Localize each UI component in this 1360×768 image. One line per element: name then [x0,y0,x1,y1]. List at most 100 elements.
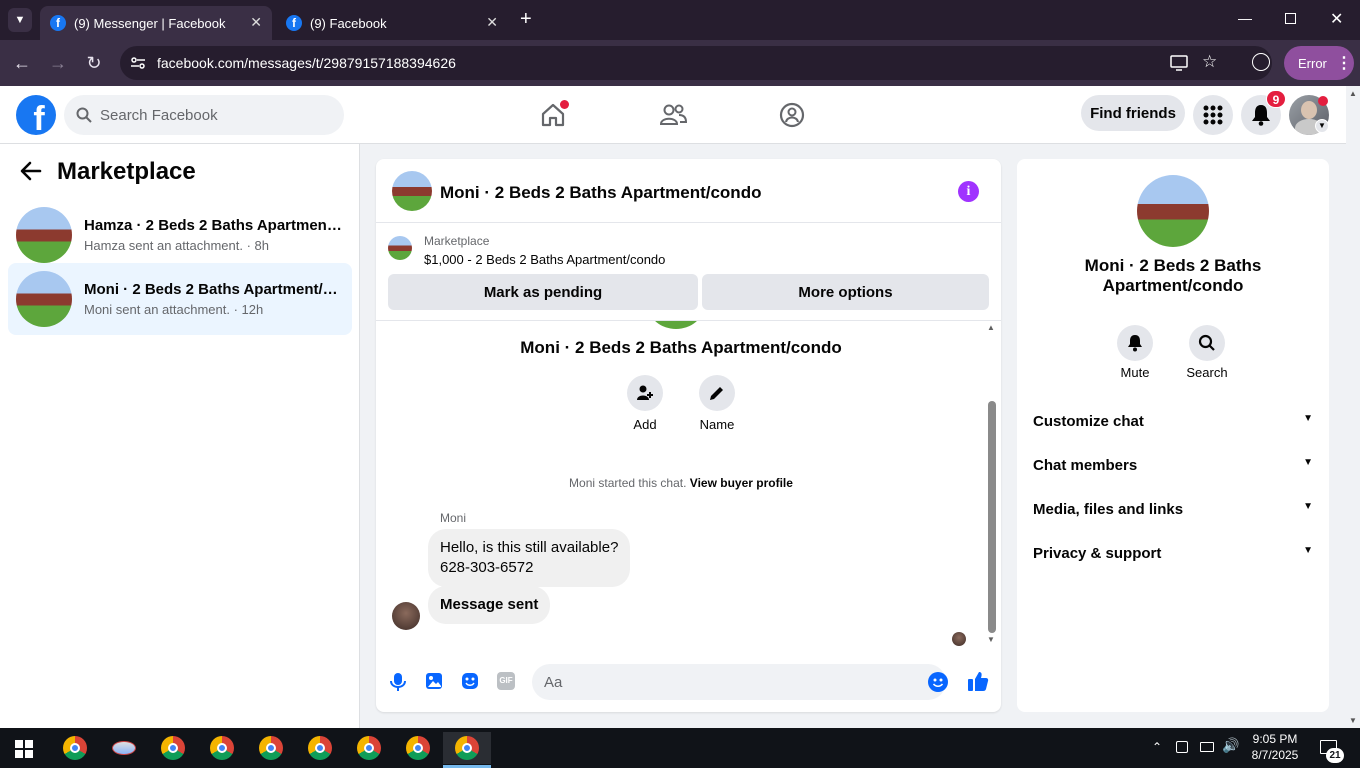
find-friends-button[interactable]: Find friends [1081,95,1185,131]
new-tab-button[interactable]: + [520,8,532,31]
reload-icon[interactable]: ↻ [84,53,104,73]
network-icon[interactable] [1200,742,1214,752]
message-list[interactable]: Moni · 2 Beds 2 Baths Apartment/condo Ad… [376,321,1001,652]
chrome-taskbar-icon[interactable] [55,732,95,764]
message-input[interactable]: Aa [532,664,948,700]
chat-members-section[interactable]: Chat members ▼ [1033,457,1313,474]
conversation-item[interactable]: Hamza · 2 Beds 2 Baths Apartment/condo H… [8,199,352,271]
started-text: Moni started this chat. [569,476,687,490]
photo-icon[interactable] [425,672,443,695]
meet-now-icon[interactable] [1176,741,1188,753]
menu-grid-button[interactable] [1193,95,1233,135]
chrome-taskbar-icon[interactable] [398,732,438,764]
bookmark-star-icon[interactable]: ☆ [1202,52,1217,72]
install-app-icon[interactable] [1170,55,1188,74]
sender-avatar[interactable] [392,602,420,630]
chat-avatar[interactable] [392,171,432,211]
clock[interactable]: 9:05 PM 8/7/2025 [1244,731,1306,763]
message-bubble[interactable]: Message sent [428,586,551,624]
site-settings-icon[interactable] [130,55,146,71]
edit-name-button[interactable] [699,375,735,411]
mute-button[interactable] [1117,325,1153,361]
pencil-icon [710,387,723,400]
search-input[interactable]: Search Facebook [64,95,344,135]
chevron-up-icon[interactable]: ⌃ [1152,740,1162,754]
section-label: Media, files and links [1033,501,1184,518]
conversation-item-selected[interactable]: Moni · 2 Beds 2 Baths Apartment/condo Mo… [8,263,352,335]
scroll-up-arrow[interactable]: ▲ [1349,89,1357,98]
close-tab-icon[interactable]: ✕ [250,14,262,31]
marketplace-label: Marketplace [424,234,490,248]
chrome-taskbar-icon-active[interactable] [443,732,491,764]
chat-title[interactable]: Moni · 2 Beds 2 Baths Apartment/condo [440,183,761,203]
scroll-up-arrow[interactable]: ▲ [987,323,995,332]
thumbs-up-icon[interactable] [967,670,989,697]
profile-error-button[interactable]: Error ⋮ [1284,46,1354,80]
tab-list-dropdown[interactable]: ▼ [8,8,32,32]
mark-as-pending-button[interactable]: Mark as pending [388,274,698,310]
sticker-icon[interactable] [461,672,479,695]
chrome-taskbar-icon[interactable] [251,732,291,764]
details-title: Moni · 2 Beds 2 Baths Apartment/condo [1084,256,1262,295]
scroll-down-arrow[interactable]: ▼ [987,635,995,644]
restore-button[interactable] [1285,13,1296,24]
close-tab-icon[interactable]: ✕ [486,14,498,31]
chat-details-panel: Moni · 2 Beds 2 Baths Apartment/condo Mu… [1017,159,1329,712]
chrome-taskbar-icon[interactable] [153,732,193,764]
emoji-icon[interactable] [928,672,948,692]
back-icon[interactable]: ← [12,53,32,73]
chevron-down-icon: ▼ [1303,501,1313,512]
facebook-header: f Search Facebook Find friends 9 ▼ [0,86,1346,144]
more-options-button[interactable]: More options [702,274,989,310]
view-buyer-profile-link[interactable]: View buyer profile [690,476,793,490]
add-person-button[interactable] [627,375,663,411]
close-window-button[interactable]: ✕ [1330,9,1343,29]
account-icon[interactable] [1252,53,1270,71]
page-scrollbar[interactable]: ▲ ▼ [1346,86,1360,728]
minimize-button[interactable]: — [1238,10,1252,26]
address-bar[interactable]: facebook.com/messages/t/2987915718839462… [120,46,1272,80]
tab-facebook[interactable]: f (9) Facebook ✕ [276,6,508,40]
chat-profile-image[interactable] [1137,175,1209,247]
search-label: Search [1186,365,1228,380]
message-placeholder: Aa [544,673,563,691]
notifications-button[interactable]: 9 [1241,90,1286,135]
profile-error-label: Error [1298,55,1327,71]
scroll-thumb[interactable] [988,401,996,633]
facebook-logo[interactable]: f [16,95,56,135]
forward-icon[interactable]: → [48,53,68,73]
windows-start-icon[interactable] [15,740,33,763]
chat-header: Moni · 2 Beds 2 Baths Apartment/condo i [376,159,1001,223]
marketplace-sidebar: Marketplace Hamza · 2 Beds 2 Baths Apart… [0,144,360,728]
chevron-down-icon: ▼ [1303,545,1313,556]
back-arrow-icon[interactable] [20,160,42,187]
add-person-icon [637,385,653,400]
tab-messenger[interactable]: f (9) Messenger | Facebook ✕ [40,6,272,40]
message-text: 628-303-6572 [440,559,534,576]
bell-icon [1128,335,1142,352]
customize-chat-section[interactable]: Customize chat ▼ [1033,413,1313,430]
menu-dots-icon[interactable]: ⋮ [1336,53,1352,73]
search-chat-button[interactable] [1189,325,1225,361]
chat-scrollbar[interactable]: ▲ ▼ [986,321,998,652]
info-icon[interactable]: i [958,181,979,202]
chrome-taskbar-icon[interactable] [202,732,242,764]
clock-date: 8/7/2025 [1251,748,1299,762]
chrome-taskbar-icon[interactable] [300,732,340,764]
privacy-support-section[interactable]: Privacy & support ▼ [1033,545,1313,562]
home-icon[interactable] [538,100,569,130]
conversation-subtitle: Hamza sent an attachment. · 8h [84,238,269,253]
app-taskbar-icon[interactable] [104,732,144,764]
media-files-links-section[interactable]: Media, files and links ▼ [1033,501,1313,518]
groups-icon[interactable] [777,100,807,130]
microphone-icon[interactable] [389,672,407,697]
volume-icon[interactable]: 🔊 [1222,737,1239,754]
listing-thumbnail[interactable] [388,236,412,260]
chevron-down-icon[interactable]: ▼ [1315,119,1329,133]
gif-icon[interactable]: GIF [497,672,515,690]
scroll-down-arrow[interactable]: ▼ [1349,716,1357,725]
listing-title[interactable]: $1,000 - 2 Beds 2 Baths Apartment/condo [424,252,665,267]
friends-icon[interactable] [658,100,688,130]
chrome-taskbar-icon[interactable] [349,732,389,764]
message-bubble[interactable]: Hello, is this still available? 628-303-… [428,529,631,587]
